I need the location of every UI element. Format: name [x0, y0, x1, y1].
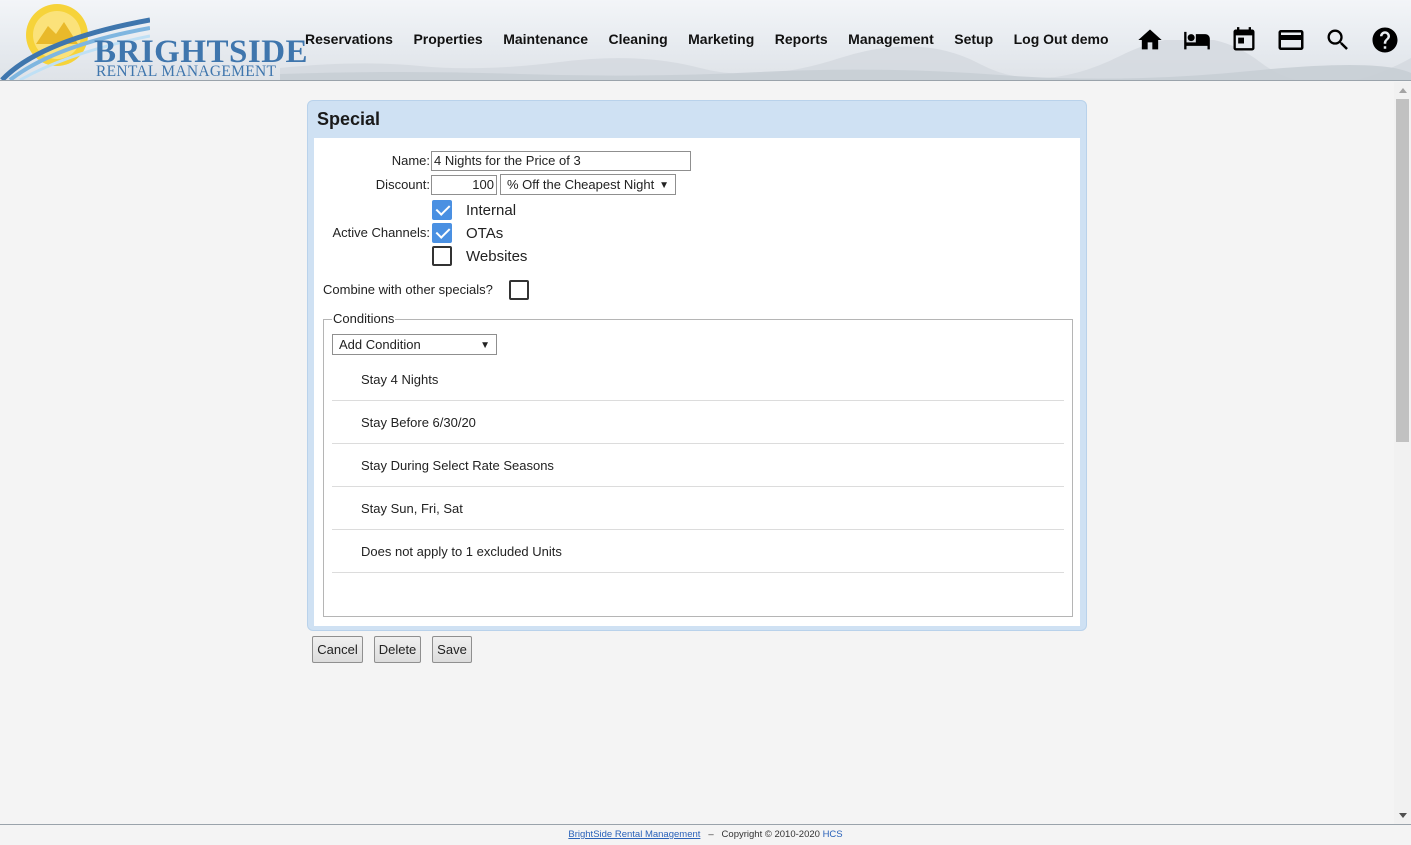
- copyright-text: Copyright © 2010-2020: [721, 829, 820, 840]
- nav-cleaning[interactable]: Cleaning: [609, 31, 668, 47]
- scroll-thumb[interactable]: [1396, 99, 1409, 442]
- help-icon[interactable]: [1369, 24, 1401, 56]
- conditions-legend: Conditions: [332, 311, 396, 326]
- home-icon[interactable]: [1134, 24, 1166, 56]
- channel-otas-checkbox[interactable]: [432, 223, 452, 243]
- condition-row[interactable]: Stay Sun, Fri, Sat: [332, 487, 1064, 530]
- main-nav: Reservations Properties Maintenance Clea…: [305, 31, 1129, 47]
- condition-row[interactable]: Stay During Select Rate Seasons: [332, 444, 1064, 487]
- scroll-up-icon[interactable]: [1394, 82, 1411, 99]
- chevron-down-icon: ▼: [480, 340, 490, 351]
- condition-text: Stay Before 6/30/20: [361, 415, 476, 430]
- channel-otas-label: OTAs: [466, 225, 504, 242]
- discount-label: Discount:: [375, 177, 430, 192]
- credit-card-icon[interactable]: [1275, 24, 1307, 56]
- combine-checkbox[interactable]: [509, 280, 529, 300]
- conditions-fieldset: Conditions Add Condition ▼ Stay 4 Nights…: [323, 311, 1073, 617]
- save-button[interactable]: Save: [432, 636, 472, 663]
- condition-text: Stay 4 Nights: [361, 372, 439, 387]
- channel-websites-checkbox[interactable]: [432, 246, 452, 266]
- company-link[interactable]: BrightSide Rental Management: [568, 829, 700, 840]
- add-condition-value: Add Condition: [339, 337, 421, 352]
- condition-text: Does not apply to 1 excluded Units: [361, 544, 562, 559]
- active-channels-label: Active Channels:: [332, 225, 430, 240]
- condition-text: Stay During Select Rate Seasons: [361, 458, 554, 473]
- nav-reservations[interactable]: Reservations: [305, 31, 393, 47]
- search-icon[interactable]: [1322, 24, 1354, 56]
- condition-row[interactable]: Stay Before 6/30/20: [332, 401, 1064, 444]
- name-field[interactable]: 4 Nights for the Price of 3: [431, 151, 691, 171]
- discount-amount-field[interactable]: 100: [431, 175, 497, 195]
- special-form: Name: 4 Nights for the Price of 3 Discou…: [314, 138, 1080, 626]
- nav-logout[interactable]: Log Out demo: [1014, 31, 1109, 47]
- nav-marketing[interactable]: Marketing: [688, 31, 754, 47]
- calendar-icon[interactable]: [1228, 24, 1260, 56]
- bed-icon[interactable]: [1181, 24, 1213, 56]
- nav-setup[interactable]: Setup: [954, 31, 993, 47]
- panel-title: Special: [317, 109, 381, 129]
- channel-websites-label: Websites: [466, 248, 528, 265]
- channel-internal-checkbox[interactable]: [432, 200, 452, 220]
- add-condition-select[interactable]: Add Condition ▼: [332, 334, 497, 355]
- page-scrollbar[interactable]: [1394, 82, 1411, 824]
- nav-reports[interactable]: Reports: [775, 31, 828, 47]
- hcs-link[interactable]: HCS: [823, 829, 843, 840]
- logo-subtitle: RENTAL MANAGEMENT: [96, 63, 277, 80]
- discount-type-value: % Off the Cheapest Night: [507, 177, 655, 192]
- delete-button[interactable]: Delete: [374, 636, 421, 663]
- channel-internal-label: Internal: [466, 202, 517, 219]
- nav-properties[interactable]: Properties: [413, 31, 482, 47]
- combine-label: Combine with other specials?: [323, 282, 493, 297]
- app-header: BRIGHTSIDE RENTAL MANAGEMENT Reservation…: [0, 0, 1411, 81]
- brightside-logo[interactable]: BRIGHTSIDE RENTAL MANAGEMENT: [0, 0, 308, 80]
- scroll-down-icon[interactable]: [1394, 807, 1411, 824]
- condition-text: Stay Sun, Fri, Sat: [361, 501, 463, 516]
- condition-row[interactable]: Does not apply to 1 excluded Units: [332, 530, 1064, 573]
- footer-separator: –: [708, 829, 714, 840]
- nav-management[interactable]: Management: [848, 31, 934, 47]
- chevron-down-icon: ▼: [659, 180, 669, 191]
- cancel-button[interactable]: Cancel: [312, 636, 363, 663]
- name-label: Name:: [391, 153, 430, 168]
- special-panel: Special Name: 4 Nights for the Price of …: [307, 100, 1087, 631]
- nav-maintenance[interactable]: Maintenance: [503, 31, 588, 47]
- condition-row[interactable]: Stay 4 Nights: [332, 358, 1064, 401]
- discount-type-select[interactable]: % Off the Cheapest Night ▼: [500, 174, 676, 195]
- page-footer: BrightSide Rental Management – Copyright…: [0, 824, 1411, 845]
- header-icons: [1134, 24, 1401, 56]
